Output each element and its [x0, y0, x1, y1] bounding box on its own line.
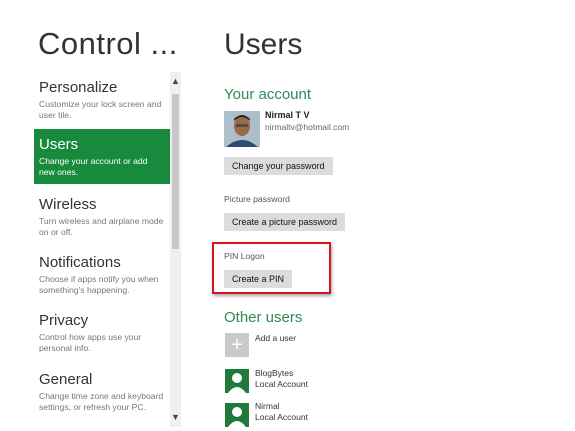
sidebar-item-label: Users [39, 136, 79, 153]
person-icon [228, 407, 246, 427]
picture-password-label: Picture password [224, 194, 290, 204]
create-pin-button[interactable]: Create a PIN [224, 270, 293, 288]
account-name: Nirmal T V [265, 110, 310, 120]
add-user-label[interactable]: Add a user [255, 333, 296, 344]
sidebar-item-label: Wireless [39, 196, 97, 213]
user-type-blogbytes: Local Account [255, 379, 308, 389]
sidebar-item-desc: Turn wireless and airplane mode on or of… [39, 216, 164, 237]
pin-logon-label: PIN Logon [224, 251, 265, 261]
person-icon [228, 373, 246, 393]
add-user-button[interactable]: + [225, 333, 249, 357]
user-tile-blogbytes[interactable] [225, 369, 249, 393]
nav-title: Control ... [38, 26, 178, 61]
sidebar-item-desc: Change time zone and keyboard settings, … [39, 391, 164, 412]
sidebar: Personalize Customize your lock screen a… [34, 72, 171, 427]
your-account-heading: Your account [224, 86, 312, 103]
sidebar-item-privacy[interactable]: Privacy Control how apps use your person… [34, 305, 170, 360]
sidebar-scrollbar[interactable]: ▲ ▼ [170, 72, 181, 427]
create-picture-password-button[interactable]: Create a picture password [224, 213, 346, 231]
scroll-up-icon[interactable]: ▲ [170, 76, 181, 87]
sidebar-item-label: Privacy [39, 312, 89, 329]
sidebar-item-users[interactable]: Users Change your account or add new one… [34, 129, 170, 184]
sidebar-item-label: Notifications [39, 254, 121, 271]
user-tile-nirmal[interactable] [225, 403, 249, 427]
sidebar-item-desc: Customize your lock screen and user tile… [39, 99, 162, 120]
sidebar-item-personalize[interactable]: Personalize Customize your lock screen a… [34, 72, 170, 127]
change-password-button[interactable]: Change your password [224, 157, 333, 175]
sidebar-item-label: Personalize [39, 79, 118, 96]
scroll-thumb[interactable] [172, 94, 179, 249]
sidebar-item-general[interactable]: General Change time zone and keyboard se… [34, 364, 170, 419]
plus-icon: + [231, 334, 243, 356]
user-name-nirmal: Nirmal [255, 401, 280, 411]
page-title: Users [224, 28, 303, 61]
sidebar-item-desc: Change your account or add new ones. [39, 156, 148, 177]
user-type-nirmal: Local Account [255, 412, 308, 422]
scroll-down-icon[interactable]: ▼ [170, 412, 181, 423]
sidebar-item-label: General [39, 371, 93, 388]
account-email: nirmaltv@hotmail.com [265, 122, 350, 132]
sidebar-item-notifications[interactable]: Notifications Choose if apps notify you … [34, 247, 170, 302]
sidebar-item-desc: Choose if apps notify you when something… [39, 274, 159, 295]
other-users-heading: Other users [224, 309, 303, 326]
sidebar-item-wireless[interactable]: Wireless Turn wireless and airplane mode… [34, 189, 170, 244]
user-photo-icon [224, 111, 260, 147]
avatar [224, 111, 260, 147]
sidebar-item-desc: Control how apps use your personal info. [39, 332, 142, 353]
user-name-blogbytes: BlogBytes [255, 368, 294, 378]
